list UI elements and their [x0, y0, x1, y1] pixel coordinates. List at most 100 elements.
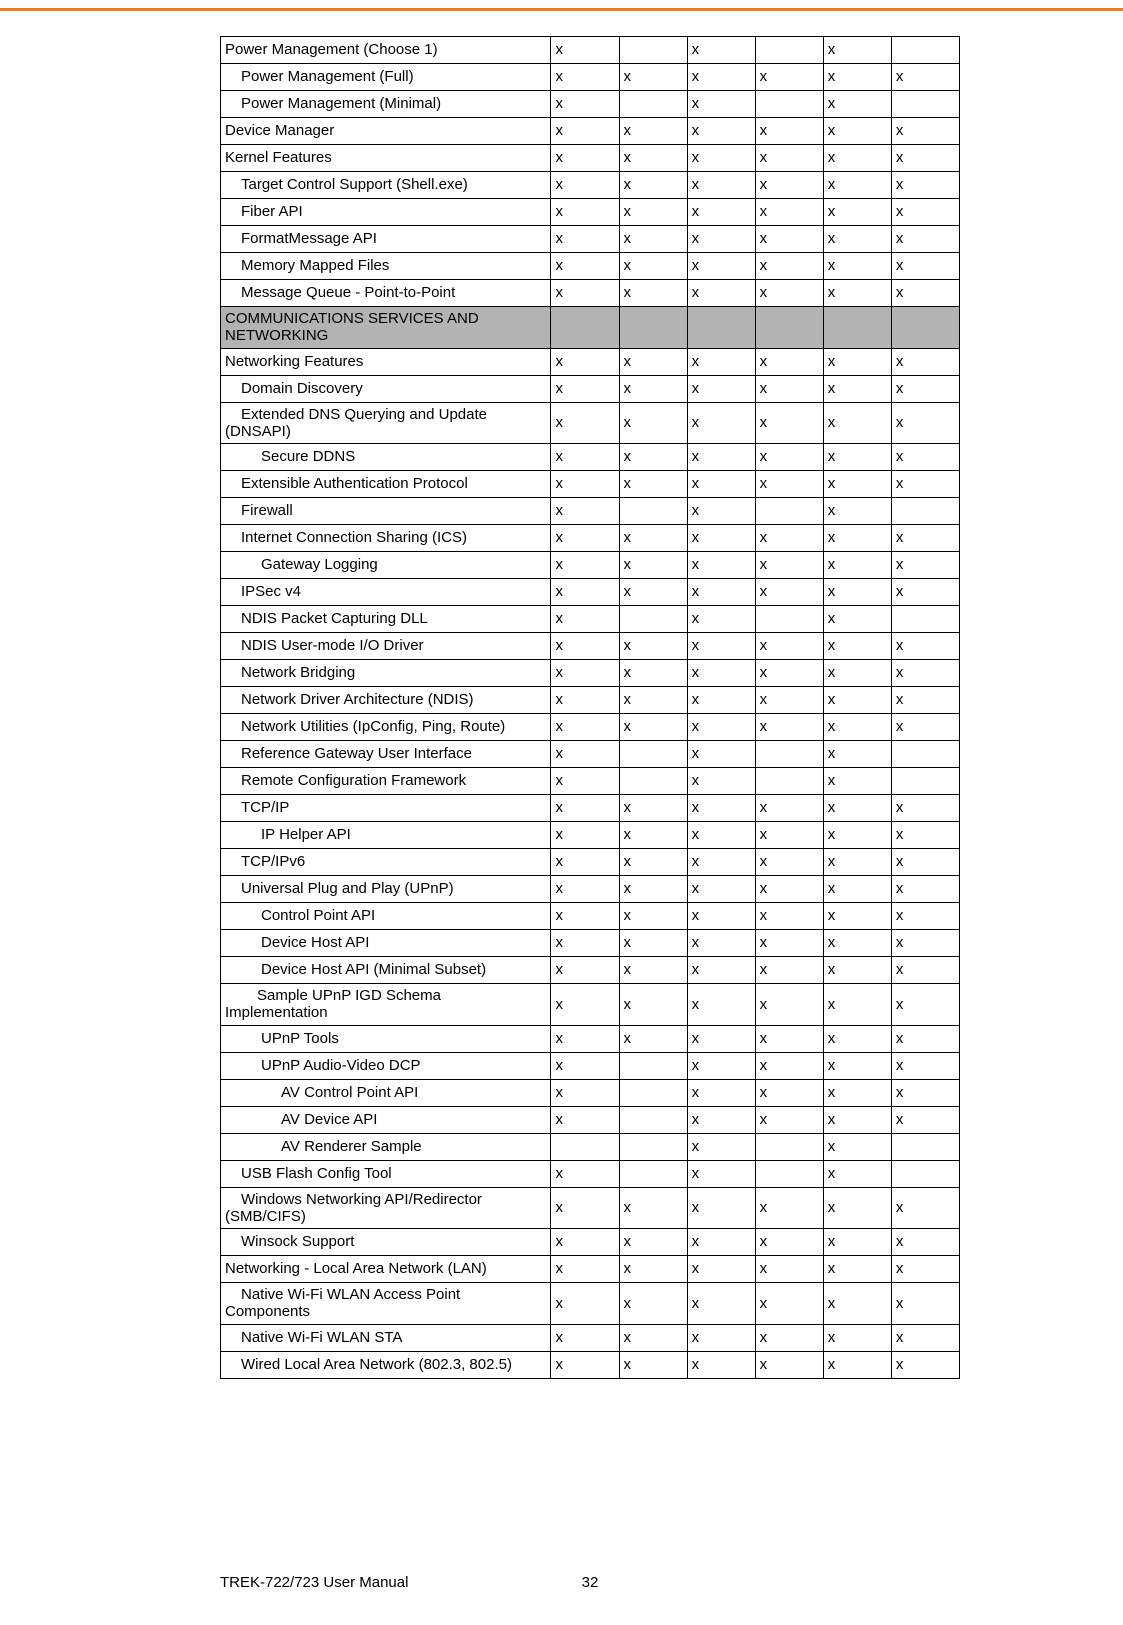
mark-cell: x: [551, 579, 619, 606]
mark-cell: x: [891, 822, 959, 849]
feature-label: Network Driver Architecture (NDIS): [221, 687, 551, 714]
mark-cell: x: [891, 957, 959, 984]
mark-cell: x: [619, 714, 687, 741]
mark-cell: x: [687, 402, 755, 444]
mark-cell: x: [755, 1324, 823, 1351]
section-header: COMMUNICATIONS SERVICES AND NETWORKING: [221, 307, 551, 349]
mark-cell: x: [551, 930, 619, 957]
mark-cell: x: [823, 118, 891, 145]
section-cell: [687, 307, 755, 349]
table-row: Network Driver Architecture (NDIS)xxxxxx: [221, 687, 960, 714]
feature-label: IPSec v4: [221, 579, 551, 606]
mark-cell: x: [551, 253, 619, 280]
feature-label: Remote Configuration Framework: [221, 768, 551, 795]
table-row: Control Point APIxxxxxx: [221, 903, 960, 930]
mark-cell: x: [823, 253, 891, 280]
mark-cell: x: [755, 1079, 823, 1106]
feature-label: IP Helper API: [221, 822, 551, 849]
mark-cell: x: [551, 226, 619, 253]
feature-label: Memory Mapped Files: [221, 253, 551, 280]
page-footer: TREK-722/723 User Manual 32: [220, 1574, 960, 1591]
mark-cell: x: [551, 498, 619, 525]
mark-cell: x: [891, 1025, 959, 1052]
mark-cell: x: [687, 1256, 755, 1283]
feature-label: AV Control Point API: [221, 1079, 551, 1106]
mark-cell: x: [551, 91, 619, 118]
mark-cell: x: [823, 525, 891, 552]
mark-cell: x: [755, 199, 823, 226]
mark-cell: x: [619, 444, 687, 471]
mark-cell: x: [619, 253, 687, 280]
mark-cell: x: [551, 984, 619, 1026]
feature-label: Control Point API: [221, 903, 551, 930]
mark-cell: x: [755, 172, 823, 199]
mark-cell: x: [619, 1324, 687, 1351]
feature-label: Power Management (Minimal): [221, 91, 551, 118]
feature-label: Networking - Local Area Network (LAN): [221, 1256, 551, 1283]
mark-cell: x: [755, 579, 823, 606]
mark-cell: x: [687, 930, 755, 957]
table-row: Device Managerxxxxxx: [221, 118, 960, 145]
mark-cell: x: [755, 795, 823, 822]
mark-cell: x: [551, 172, 619, 199]
mark-cell: x: [755, 957, 823, 984]
mark-cell: [619, 91, 687, 118]
mark-cell: x: [891, 579, 959, 606]
mark-cell: [755, 606, 823, 633]
mark-cell: x: [891, 1187, 959, 1229]
table-row: TCP/IPv6xxxxxx: [221, 849, 960, 876]
table-row: Device Host APIxxxxxx: [221, 930, 960, 957]
mark-cell: x: [619, 660, 687, 687]
mark-cell: x: [891, 1351, 959, 1378]
mark-cell: x: [823, 984, 891, 1026]
mark-cell: x: [619, 822, 687, 849]
table-row: AV Renderer Samplexx: [221, 1133, 960, 1160]
table-row: Gateway Loggingxxxxxx: [221, 552, 960, 579]
mark-cell: x: [551, 1187, 619, 1229]
feature-label: Native Wi-Fi WLAN STA: [221, 1324, 551, 1351]
mark-cell: [619, 1052, 687, 1079]
mark-cell: x: [823, 606, 891, 633]
mark-cell: x: [551, 876, 619, 903]
mark-cell: x: [551, 1160, 619, 1187]
feature-label: Windows Networking API/Redirector (SMB/C…: [221, 1187, 551, 1229]
mark-cell: x: [551, 471, 619, 498]
mark-cell: x: [551, 552, 619, 579]
mark-cell: x: [755, 1351, 823, 1378]
feature-label: NDIS User-mode I/O Driver: [221, 633, 551, 660]
mark-cell: x: [687, 741, 755, 768]
mark-cell: x: [551, 525, 619, 552]
mark-cell: x: [687, 471, 755, 498]
mark-cell: x: [619, 903, 687, 930]
mark-cell: x: [687, 1283, 755, 1325]
mark-cell: x: [687, 903, 755, 930]
table-row: Firewallxxx: [221, 498, 960, 525]
table-row: Winsock Supportxxxxxx: [221, 1229, 960, 1256]
mark-cell: x: [687, 957, 755, 984]
table-row: Target Control Support (Shell.exe)xxxxxx: [221, 172, 960, 199]
mark-cell: x: [551, 1351, 619, 1378]
mark-cell: [891, 498, 959, 525]
mark-cell: x: [891, 375, 959, 402]
mark-cell: x: [823, 1160, 891, 1187]
mark-cell: x: [687, 118, 755, 145]
mark-cell: x: [755, 876, 823, 903]
mark-cell: x: [823, 1324, 891, 1351]
feature-table: Power Management (Choose 1)xxxPower Mana…: [220, 36, 960, 1379]
mark-cell: [755, 91, 823, 118]
mark-cell: x: [891, 145, 959, 172]
mark-cell: x: [687, 525, 755, 552]
table-row: Reference Gateway User Interfacexxx: [221, 741, 960, 768]
mark-cell: [619, 1079, 687, 1106]
feature-label: USB Flash Config Tool: [221, 1160, 551, 1187]
mark-cell: [619, 498, 687, 525]
mark-cell: x: [823, 930, 891, 957]
mark-cell: x: [619, 525, 687, 552]
mark-cell: x: [891, 849, 959, 876]
mark-cell: x: [823, 687, 891, 714]
top-rule: [0, 8, 1123, 11]
mark-cell: x: [551, 768, 619, 795]
mark-cell: x: [619, 1351, 687, 1378]
mark-cell: x: [755, 1025, 823, 1052]
mark-cell: x: [687, 226, 755, 253]
